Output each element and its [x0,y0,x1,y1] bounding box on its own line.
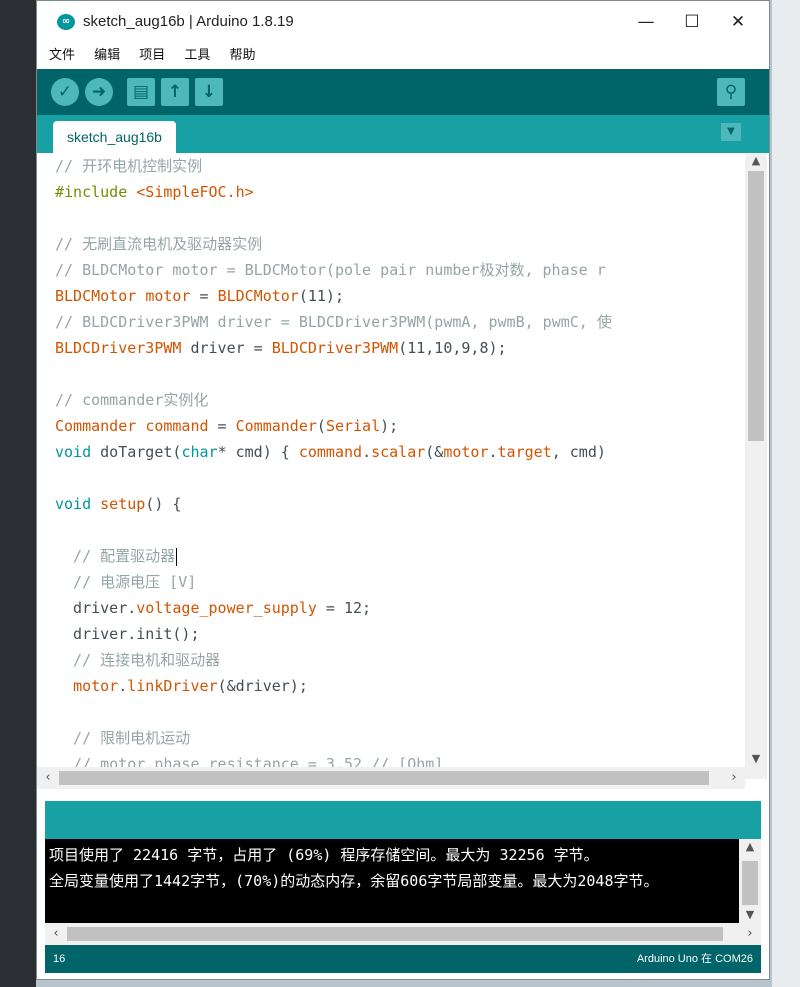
scroll-left-icon[interactable]: ‹ [47,923,65,945]
text-cursor [176,547,178,566]
code-line: BLDCMotor motor = BLDCMotor(11); [55,287,344,305]
magnifier-icon: ⚲ [724,82,738,102]
scroll-left-icon[interactable]: ‹ [39,767,57,789]
code-line: BLDCDriver3PWM driver = BLDCDriver3PWM(1… [55,339,507,357]
arduino-ide-window: ∞ sketch_aug16b | Arduino 1.8.19 — ☐ ✕ 文… [36,0,770,980]
scroll-up-icon[interactable]: ▲ [739,839,761,855]
code-line: void doTarget(char* cmd) { command.scala… [55,443,606,461]
toolbar: ✓ ➜ ▤ ↑ ↓ ⚲ [37,69,769,115]
new-file-icon: ▤ [132,82,150,102]
status-bar: 16 Arduino Uno 在 COM26 [45,945,761,973]
code-line: // 配置驱动器 [55,547,178,566]
console-horizontal-scroll-thumb[interactable] [67,927,723,941]
upload-button[interactable]: ➜ [85,78,113,106]
code-line: void setup() { [55,495,182,513]
scroll-right-icon[interactable]: › [725,767,743,789]
editor-horizontal-scroll-thumb[interactable] [59,771,709,785]
new-sketch-button[interactable]: ▤ [127,78,155,106]
scroll-up-icon[interactable]: ▲ [745,153,767,169]
editor-vertical-scrollbar[interactable]: ▲ ▼ [745,153,767,779]
desktop-background-left [0,0,36,987]
arduino-logo-icon: ∞ [57,14,75,30]
editor-horizontal-scrollbar[interactable]: ‹ › [37,767,745,789]
code-editor[interactable]: // 开环电机控制实例 #include <SimpleFOC.h> // 无刷… [37,153,745,767]
code-line: // 连接电机和驱动器 [55,651,221,669]
code-line: // 无刷直流电机及驱动器实例 [55,235,263,253]
minimize-button[interactable]: — [629,9,663,35]
arrow-up-icon: ↑ [167,82,183,102]
arrow-down-icon: ↓ [201,82,217,102]
console-vertical-scrollbar[interactable]: ▲ ▼ [739,839,761,923]
code-line: // BLDCDriver3PWM driver = BLDCDriver3PW… [55,313,612,331]
code-line: driver.init(); [55,625,200,643]
code-line: driver.voltage_power_supply = 12; [55,599,372,617]
code-line: // commander实例化 [55,391,209,409]
code-line: motor.linkDriver(&driver); [73,677,308,695]
code-line: // 限制电机运动 [55,729,191,747]
code-line: // 电源电压 [V] [55,573,197,591]
console-output[interactable]: 项目使用了 22416 字节，占用了 (69%) 程序存储空间。最大为 3225… [45,839,739,923]
menu-bar: 文件 编辑 项目 工具 帮助 [37,43,769,69]
code-line: // motor.phase_resistance = 3.52 // [Ohm… [55,755,444,767]
scroll-down-icon[interactable]: ▼ [745,751,767,767]
scroll-right-icon[interactable]: › [741,923,759,945]
title-bar[interactable]: ∞ sketch_aug16b | Arduino 1.8.19 — ☐ ✕ [37,1,769,43]
menu-tools[interactable]: 工具 [184,43,210,69]
panel-divider[interactable] [37,789,769,801]
menu-file[interactable]: 文件 [49,43,75,69]
maximize-button[interactable]: ☐ [675,9,709,35]
menu-edit[interactable]: 编辑 [94,43,120,69]
arrow-right-icon: ➜ [91,82,107,102]
code-line: #include <SimpleFOC.h> [55,183,254,201]
save-sketch-button[interactable]: ↓ [195,78,223,106]
message-area [45,801,761,839]
console-horizontal-scrollbar[interactable]: ‹ › [45,923,761,945]
editor-vertical-scroll-thumb[interactable] [748,171,764,441]
close-button[interactable]: ✕ [721,9,755,35]
serial-monitor-button[interactable]: ⚲ [717,78,745,106]
code-line: Commander command = Commander(Serial); [55,417,399,435]
verify-button[interactable]: ✓ [51,78,79,106]
window-title: sketch_aug16b | Arduino 1.8.19 [83,13,294,30]
tab-bar: sketch_aug16b ▼ [37,115,769,153]
line-number: 16 [53,953,66,965]
tab-menu-dropdown-icon[interactable]: ▼ [721,123,741,141]
menu-sketch[interactable]: 项目 [139,43,165,69]
scroll-down-icon[interactable]: ▼ [739,907,761,923]
console-line: 全局变量使用了1442字节，(70%)的动态内存，余留606字节局部变量。最大为… [49,872,659,890]
checkmark-icon: ✓ [57,82,73,102]
menu-help[interactable]: 帮助 [229,43,255,69]
tab-sketch-aug16b[interactable]: sketch_aug16b [53,121,176,153]
console-line: 项目使用了 22416 字节，占用了 (69%) 程序存储空间。最大为 3225… [49,846,599,864]
board-port-info: Arduino Uno 在 COM26 [636,953,753,965]
open-sketch-button[interactable]: ↑ [161,78,189,106]
code-line: // 开环电机控制实例 [55,157,203,175]
desktop-background-right [772,0,800,987]
code-line: // BLDCMotor motor = BLDCMotor(pole pair… [55,261,606,279]
console-vertical-scroll-thumb[interactable] [742,861,758,905]
